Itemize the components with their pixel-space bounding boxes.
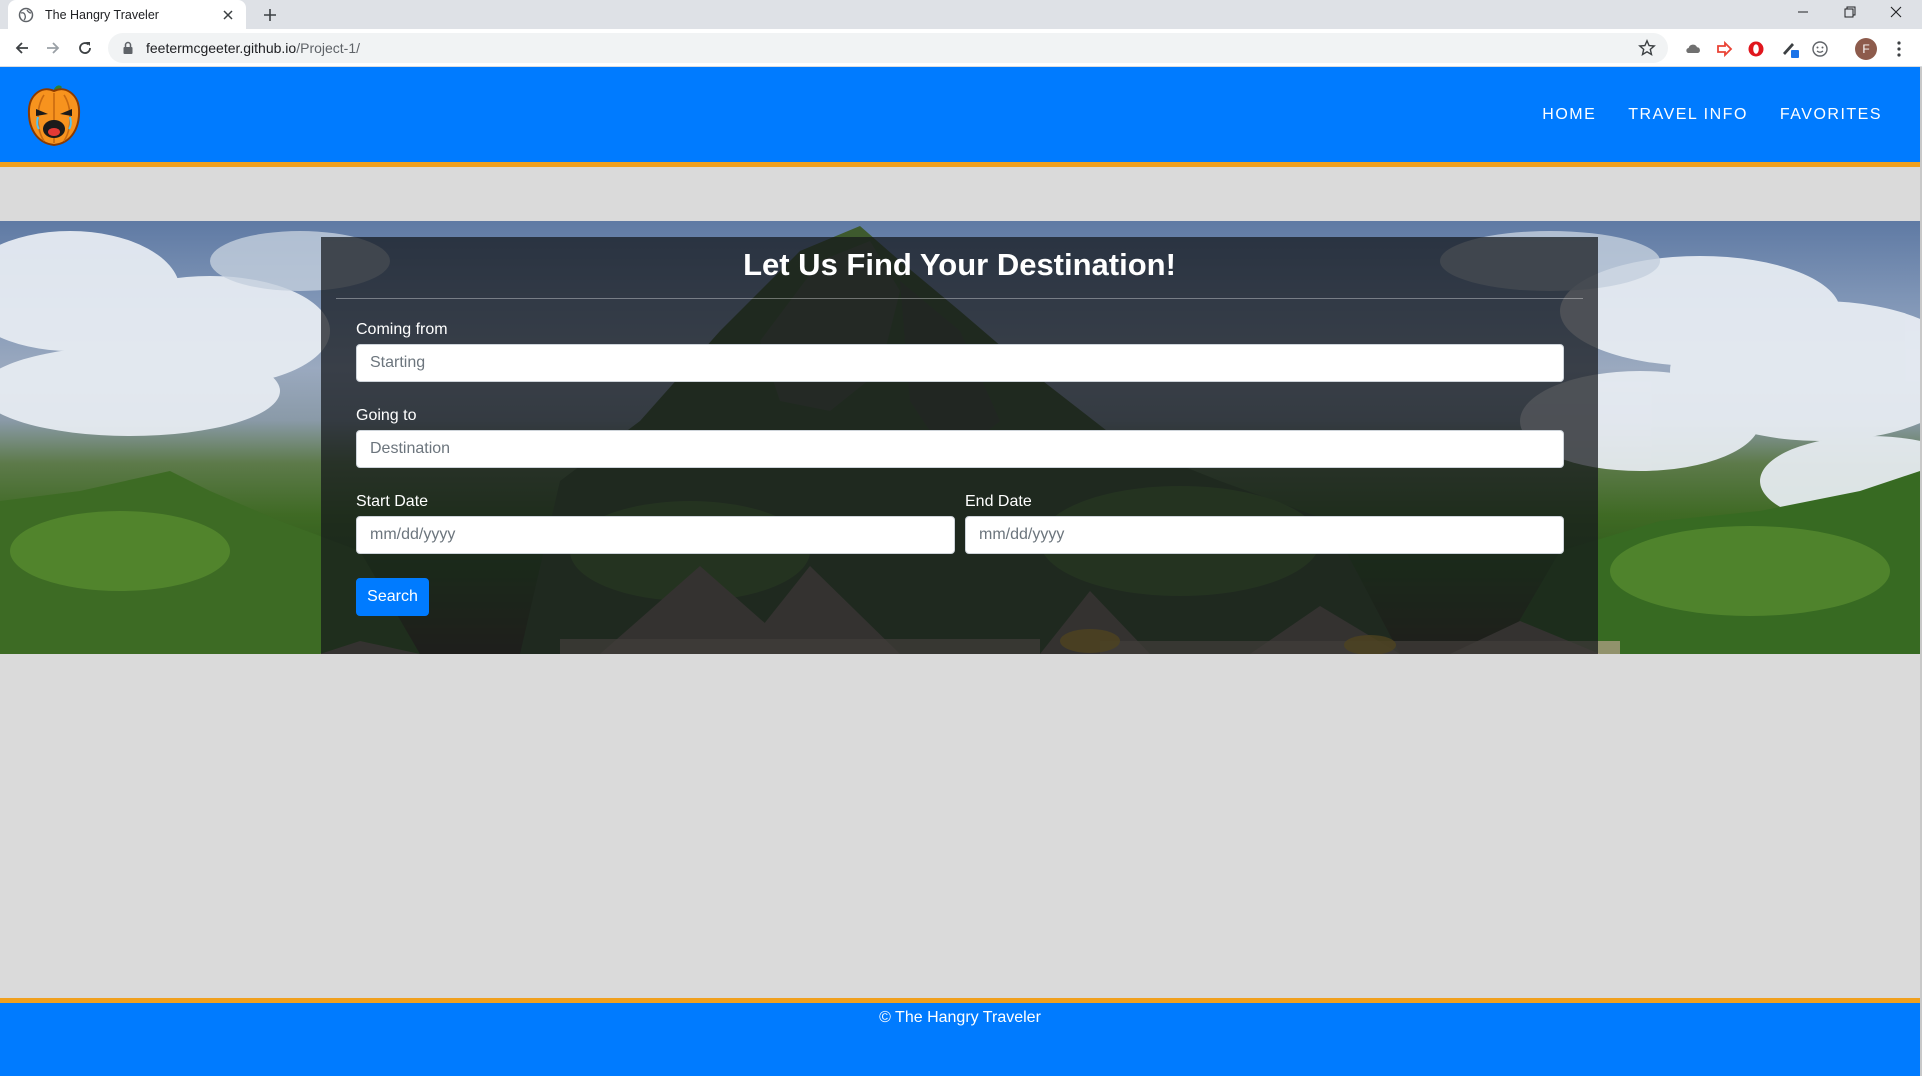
going-to-input[interactable]: [356, 430, 1564, 468]
url-text: feetermcgeeter.github.io/Project-1/: [146, 40, 360, 56]
nav-link-travel-info[interactable]: TRAVEL INFO: [1628, 106, 1748, 124]
browser-toolbar: feetermcgeeter.github.io/Project-1/: [0, 29, 1922, 67]
share-extension-icon[interactable]: [1713, 38, 1735, 60]
nav-link-favorites[interactable]: FAVORITES: [1780, 106, 1882, 124]
restore-icon[interactable]: [1827, 0, 1873, 24]
crying-pumpkin-logo[interactable]: [24, 83, 84, 151]
nav-links: HOME TRAVEL INFO FAVORITES: [1542, 67, 1882, 162]
site-navbar: HOME TRAVEL INFO FAVORITES: [0, 67, 1920, 167]
opera-extension-icon[interactable]: [1745, 38, 1767, 60]
destination-search-form: Let Us Find Your Destination! Coming fro…: [321, 237, 1598, 654]
end-date-label: End Date: [965, 493, 1032, 510]
end-date-input[interactable]: [965, 516, 1564, 554]
tab-title: The Hangry Traveler: [45, 7, 159, 22]
hero-banner: Let Us Find Your Destination! Coming fro…: [0, 221, 1920, 654]
url-host: feetermcgeeter.github.io: [146, 40, 297, 56]
forward-arrow-icon[interactable]: [40, 36, 66, 60]
web-page: HOME TRAVEL INFO FAVORITES Let Us Find Y…: [0, 67, 1920, 1076]
browser-tab-strip: The Hangry Traveler: [0, 0, 1922, 29]
cloud-extension-icon[interactable]: [1682, 38, 1704, 60]
browser-tab[interactable]: The Hangry Traveler: [8, 0, 246, 29]
lock-icon: [122, 41, 134, 55]
coming-from-label: Coming from: [356, 321, 448, 338]
new-tab-button[interactable]: [258, 4, 282, 26]
back-arrow-icon[interactable]: [9, 36, 35, 60]
footer-copyright: © The Hangry Traveler: [879, 1009, 1041, 1026]
form-title: Let Us Find Your Destination!: [743, 247, 1176, 282]
globe-icon: [18, 7, 34, 23]
url-path: /Project-1/: [296, 40, 361, 56]
minimize-icon[interactable]: [1780, 0, 1826, 24]
pen-extension-icon[interactable]: [1779, 38, 1801, 60]
start-date-label: Start Date: [356, 493, 429, 510]
close-icon[interactable]: [220, 7, 236, 23]
smiley-extension-icon[interactable]: [1809, 38, 1831, 60]
form-divider: [336, 298, 1583, 299]
start-date-input[interactable]: [356, 516, 955, 554]
kebab-menu-icon[interactable]: [1888, 38, 1910, 60]
profile-avatar[interactable]: F: [1855, 38, 1877, 60]
going-to-label: Going to: [356, 407, 417, 424]
site-footer: © The Hangry Traveler: [0, 998, 1920, 1076]
search-button[interactable]: Search: [356, 578, 429, 616]
close-window-icon[interactable]: [1873, 0, 1919, 24]
nav-link-home[interactable]: HOME: [1542, 106, 1596, 124]
coming-from-input[interactable]: [356, 344, 1564, 382]
bookmark-star-icon[interactable]: [1638, 39, 1656, 57]
reload-icon[interactable]: [72, 36, 98, 60]
address-bar[interactable]: feetermcgeeter.github.io/Project-1/: [108, 33, 1668, 63]
